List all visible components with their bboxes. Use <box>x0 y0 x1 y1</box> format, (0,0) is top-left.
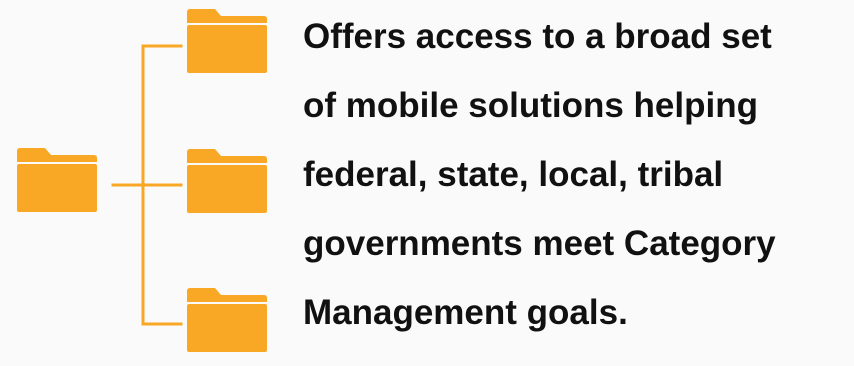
description-line-5: Management goals. <box>303 293 628 332</box>
description-line-3: federal, state, local, tribal <box>303 155 724 194</box>
description-line-2: of mobile solutions helping <box>303 86 758 125</box>
root-folder-icon <box>17 148 97 212</box>
child-folder-icon-3 <box>187 288 267 352</box>
folder-tree <box>0 0 290 366</box>
folder-hierarchy-graphic: Offers access to a broad set of mobile s… <box>0 0 854 366</box>
child-folder-icon-2 <box>187 149 267 213</box>
description-text: Offers access to a broad set of mobile s… <box>303 2 851 347</box>
child-folder-icon-1 <box>187 9 267 73</box>
description-line-4: governments meet Category <box>303 224 776 263</box>
description-line-1: Offers access to a broad set <box>303 17 772 56</box>
